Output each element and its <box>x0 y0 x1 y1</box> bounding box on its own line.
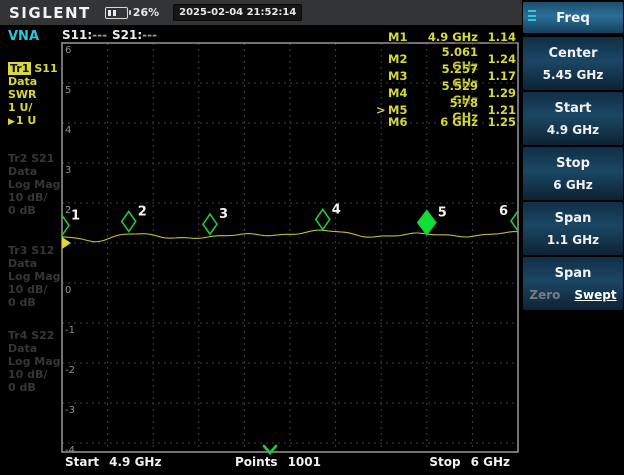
marker-table-row: M14.9 GHz1.14 <box>376 28 516 45</box>
y-axis-labels: 654320-1-2-3-4 <box>65 45 75 456</box>
marker-name: M1 <box>388 30 420 44</box>
svg-text:-3: -3 <box>65 405 75 416</box>
svg-text:-2: -2 <box>65 365 75 376</box>
marker-table: M14.9 GHz1.14 M25.061 GHz1.24 M35.257 GH… <box>376 28 516 130</box>
svg-text:5: 5 <box>65 85 71 96</box>
marker-name: M2 <box>388 52 420 66</box>
marker-number-label: 6 <box>499 204 508 219</box>
marker-freq: 6 GHz <box>420 115 478 129</box>
marker-table-row: M25.061 GHz1.24 <box>376 45 516 62</box>
vna-screen: SIGLENT 26% 2025-02-04 21:52:14 VNA Tr1S… <box>0 0 624 475</box>
swr-plot[interactable]: 654320-1-2-3-4123456 <box>0 0 624 475</box>
marker-value: 1.25 <box>478 115 516 129</box>
svg-text:-1: -1 <box>65 325 75 336</box>
marker-number-label: 2 <box>138 204 147 219</box>
marker-5-active[interactable]: 5 <box>418 206 447 235</box>
svg-text:6: 6 <box>65 45 71 56</box>
marker-number-label: 1 <box>71 208 80 223</box>
marker-number-label: 5 <box>438 206 447 221</box>
marker-4[interactable]: 4 <box>316 202 341 229</box>
svg-text:-4: -4 <box>65 445 75 456</box>
reference-level-arrow-icon[interactable] <box>62 237 71 249</box>
marker-name: M6 <box>388 115 420 129</box>
svg-text:0: 0 <box>65 285 71 296</box>
marker-value: 1.24 <box>478 52 516 66</box>
marker-select-indicator: > <box>376 103 388 117</box>
marker-value: 1.29 <box>478 86 516 100</box>
marker-table-row: M66 GHz1.25 <box>376 113 516 130</box>
svg-text:4: 4 <box>65 125 71 136</box>
marker-number-label: 4 <box>332 202 341 217</box>
marker-6[interactable]: 6 <box>499 204 525 231</box>
svg-text:3: 3 <box>65 165 71 176</box>
marker-value: 1.17 <box>478 69 516 83</box>
marker-name: M4 <box>388 86 420 100</box>
marker-freq: 4.9 GHz <box>420 30 478 44</box>
marker-number-label: 3 <box>219 207 228 222</box>
marker-2[interactable]: 2 <box>122 204 147 231</box>
marker-name: M3 <box>388 69 420 83</box>
marker-value: 1.14 <box>478 30 516 44</box>
marker-3[interactable]: 3 <box>203 207 228 234</box>
